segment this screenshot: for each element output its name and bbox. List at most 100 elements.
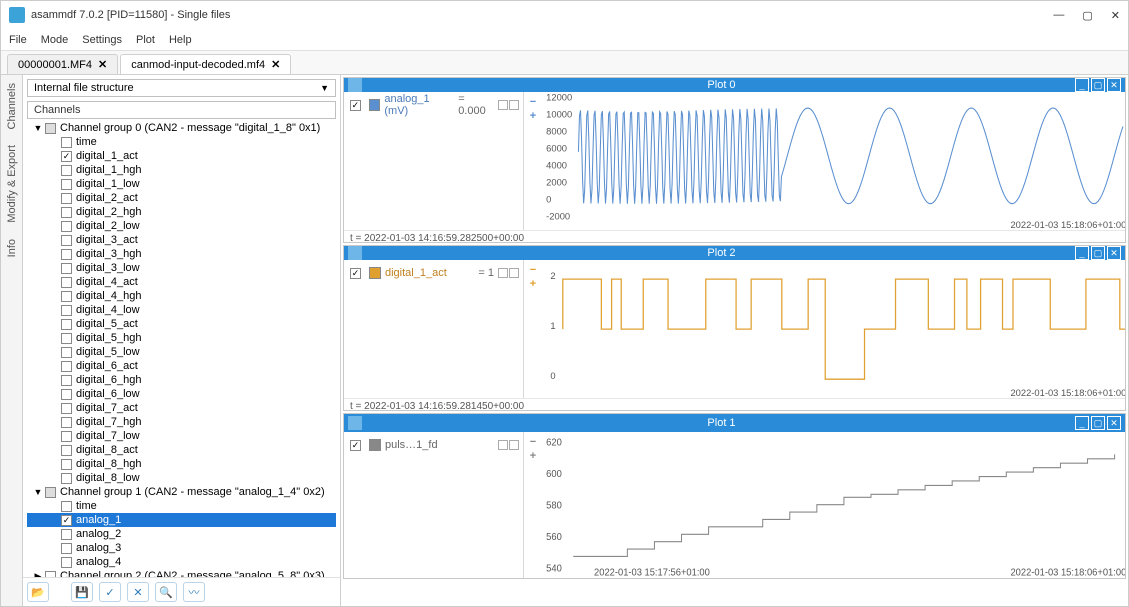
check-button[interactable]: ✓ bbox=[99, 582, 121, 602]
tree-checkbox[interactable] bbox=[61, 529, 72, 540]
tree-row[interactable]: time bbox=[27, 499, 336, 513]
signal-options[interactable] bbox=[498, 440, 519, 450]
tree-row[interactable]: digital_6_act bbox=[27, 359, 336, 373]
tree-row[interactable]: digital_8_low bbox=[27, 471, 336, 485]
tree-row[interactable]: digital_7_low bbox=[27, 429, 336, 443]
tree-checkbox[interactable] bbox=[61, 347, 72, 358]
plot-chart[interactable]: 620600 580560540 2022-01-03 15:17:56+01:… bbox=[542, 432, 1125, 578]
signal-row[interactable]: digital_1_act = 1 bbox=[348, 264, 519, 282]
signal-row[interactable]: puls…1_fd bbox=[348, 436, 519, 454]
close-button[interactable]: ✕ bbox=[1111, 9, 1120, 22]
tree-checkbox[interactable] bbox=[45, 123, 56, 134]
tree-row[interactable]: digital_8_act bbox=[27, 443, 336, 457]
signal-checkbox[interactable] bbox=[350, 440, 361, 451]
channel-search-input[interactable]: Channels bbox=[27, 101, 336, 119]
tree-checkbox[interactable] bbox=[61, 305, 72, 316]
tab-close-icon[interactable]: ✕ bbox=[271, 58, 280, 71]
plot-close-button[interactable]: ✕ bbox=[1107, 246, 1121, 260]
save-button[interactable]: 💾 bbox=[71, 582, 93, 602]
tree-checkbox[interactable] bbox=[45, 487, 56, 498]
tree-row[interactable]: digital_1_act bbox=[27, 149, 336, 163]
structure-dropdown[interactable]: Internal file structure ▼ bbox=[27, 79, 336, 97]
tree-row[interactable]: digital_4_hgh bbox=[27, 289, 336, 303]
tree-row[interactable]: digital_7_hgh bbox=[27, 415, 336, 429]
tree-row[interactable]: digital_1_low bbox=[27, 177, 336, 191]
clear-button[interactable]: ✕ bbox=[127, 582, 149, 602]
plot-close-button[interactable]: ✕ bbox=[1107, 78, 1121, 92]
tree-row[interactable]: digital_2_hgh bbox=[27, 205, 336, 219]
tree-row[interactable]: digital_3_act bbox=[27, 233, 336, 247]
tree-checkbox[interactable] bbox=[61, 389, 72, 400]
sidetab-info[interactable]: Info bbox=[4, 235, 20, 261]
tree-checkbox[interactable] bbox=[61, 417, 72, 428]
tree-checkbox[interactable] bbox=[61, 151, 72, 162]
plot-header[interactable]: Plot 1 _▢✕ bbox=[344, 414, 1125, 432]
tree-checkbox[interactable] bbox=[61, 375, 72, 386]
tab-close-icon[interactable]: ✕ bbox=[98, 58, 107, 71]
sidetab-channels[interactable]: Channels bbox=[4, 79, 20, 133]
tree-row[interactable]: time bbox=[27, 135, 336, 149]
tree-checkbox[interactable] bbox=[61, 515, 72, 526]
tree-row[interactable]: digital_2_low bbox=[27, 219, 336, 233]
tree-row[interactable]: ▼Channel group 1 (CAN2 - message "analog… bbox=[27, 485, 336, 499]
tree-checkbox[interactable] bbox=[61, 557, 72, 568]
tree-row[interactable]: analog_4 bbox=[27, 555, 336, 569]
tree-checkbox[interactable] bbox=[61, 473, 72, 484]
signal-color-swatch[interactable] bbox=[369, 267, 381, 279]
plot-min-button[interactable]: _ bbox=[1075, 78, 1089, 92]
zoom-out-icon[interactable]: − bbox=[530, 436, 536, 448]
tree-checkbox[interactable] bbox=[61, 179, 72, 190]
tree-checkbox[interactable] bbox=[61, 543, 72, 554]
tree-row[interactable]: digital_4_act bbox=[27, 275, 336, 289]
signal-options[interactable] bbox=[498, 268, 519, 278]
signal-row[interactable]: analog_1 (mV) = 0.000 bbox=[348, 96, 519, 114]
tree-row[interactable]: digital_3_hgh bbox=[27, 247, 336, 261]
plot-min-button[interactable]: _ bbox=[1075, 246, 1089, 260]
tree-row[interactable]: digital_5_low bbox=[27, 345, 336, 359]
signal-checkbox[interactable] bbox=[350, 268, 361, 279]
plot-min-button[interactable]: _ bbox=[1075, 416, 1089, 430]
tree-checkbox[interactable] bbox=[61, 263, 72, 274]
plot-chart[interactable]: 210 2022-01-03 15:18:06+01:00 bbox=[542, 260, 1125, 398]
tree-checkbox[interactable] bbox=[61, 403, 72, 414]
plot-max-button[interactable]: ▢ bbox=[1091, 246, 1105, 260]
tree-row[interactable]: digital_1_hgh bbox=[27, 163, 336, 177]
menu-mode[interactable]: Mode bbox=[41, 34, 69, 46]
tree-toggle-icon[interactable]: ▼ bbox=[33, 487, 43, 497]
tree-row[interactable]: analog_1 bbox=[27, 513, 336, 527]
tree-checkbox[interactable] bbox=[61, 137, 72, 148]
tree-row[interactable]: digital_6_low bbox=[27, 387, 336, 401]
tree-row[interactable]: analog_2 bbox=[27, 527, 336, 541]
tree-checkbox[interactable] bbox=[61, 207, 72, 218]
tree-row[interactable]: digital_8_hgh bbox=[27, 457, 336, 471]
zoom-out-icon[interactable]: − bbox=[530, 264, 536, 276]
zoom-in-icon[interactable]: + bbox=[530, 278, 536, 290]
signal-checkbox[interactable] bbox=[350, 100, 361, 111]
signal-color-swatch[interactable] bbox=[369, 439, 381, 451]
tree-row[interactable]: analog_3 bbox=[27, 541, 336, 555]
tree-checkbox[interactable] bbox=[61, 501, 72, 512]
tree-checkbox[interactable] bbox=[61, 235, 72, 246]
tree-checkbox[interactable] bbox=[61, 291, 72, 302]
plot-close-button[interactable]: ✕ bbox=[1107, 416, 1121, 430]
zoom-in-icon[interactable]: + bbox=[530, 450, 536, 462]
zoom-out-icon[interactable]: − bbox=[530, 96, 536, 108]
menu-settings[interactable]: Settings bbox=[82, 34, 122, 46]
tree-checkbox[interactable] bbox=[61, 193, 72, 204]
plot-button[interactable]: 〰 bbox=[183, 582, 205, 602]
search-button[interactable]: 🔍 bbox=[155, 582, 177, 602]
file-tab[interactable]: 00000001.MF4 ✕ bbox=[7, 54, 118, 74]
menu-file[interactable]: File bbox=[9, 34, 27, 46]
tree-row[interactable]: digital_6_hgh bbox=[27, 373, 336, 387]
tree-row[interactable]: ▼Channel group 0 (CAN2 - message "digita… bbox=[27, 121, 336, 135]
tree-checkbox[interactable] bbox=[61, 459, 72, 470]
plot-max-button[interactable]: ▢ bbox=[1091, 416, 1105, 430]
tree-row[interactable]: digital_4_low bbox=[27, 303, 336, 317]
plot-max-button[interactable]: ▢ bbox=[1091, 78, 1105, 92]
tree-checkbox[interactable] bbox=[61, 361, 72, 372]
tree-row[interactable]: digital_2_act bbox=[27, 191, 336, 205]
tree-checkbox[interactable] bbox=[61, 431, 72, 442]
tree-checkbox[interactable] bbox=[61, 221, 72, 232]
plot-chart[interactable]: 1200010000 80006000 40002000 0-2000 anal… bbox=[542, 92, 1125, 230]
file-tab[interactable]: canmod-input-decoded.mf4 ✕ bbox=[120, 54, 291, 74]
